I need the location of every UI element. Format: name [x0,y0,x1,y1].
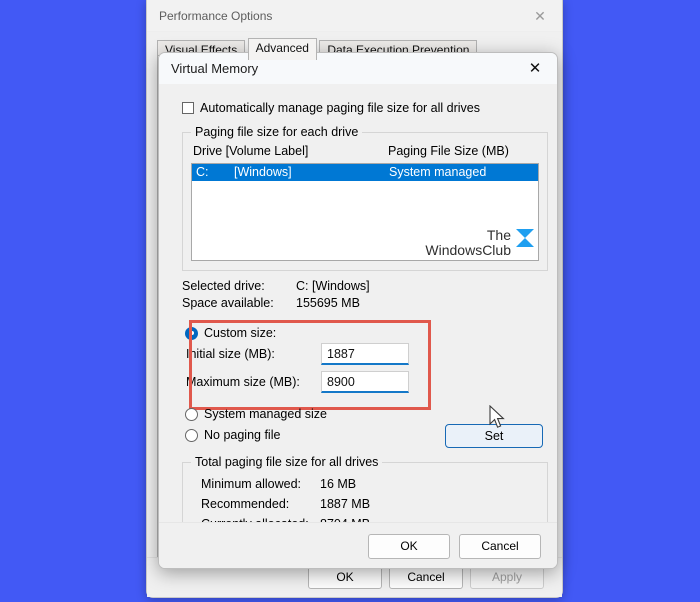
windowsclub-logo-icon [516,229,534,247]
auto-manage-paging-label: Automatically manage paging file size fo… [200,101,480,115]
no-paging-file-label: No paging file [204,428,281,442]
minimum-allowed-label: Minimum allowed: [201,477,302,491]
close-icon[interactable]: ✕ [518,0,562,31]
column-header-drive: Drive [Volume Label] [193,144,309,158]
watermark-line-2: WindowsClub [425,242,511,258]
paging-file-per-drive-legend: Paging file size for each drive [191,125,363,139]
watermark-line-1: The [486,227,511,243]
minimum-allowed-value: 16 MB [320,477,357,491]
column-header-paging-file-size: Paging File Size (MB) [388,144,509,158]
drive-paging-file-size: System managed [389,165,487,179]
auto-manage-paging-checkbox[interactable] [182,102,194,114]
virtual-memory-titlebar: Virtual Memory ✕ [159,53,557,84]
maximum-size-input[interactable]: 8900 [321,371,409,393]
performance-options-title: Performance Options [159,9,273,23]
auto-manage-paging-checkbox-row[interactable]: Automatically manage paging file size fo… [182,101,480,115]
initial-size-input[interactable]: 1887 [321,343,409,365]
system-managed-size-radio[interactable] [185,407,198,421]
system-managed-size-label: System managed size [204,407,327,421]
drive-volume-label: [Windows] [234,165,292,179]
system-managed-size-radio-row[interactable]: System managed size [185,407,327,421]
maximum-size-label: Maximum size (MB): [186,375,300,389]
performance-options-titlebar: Performance Options ✕ [147,0,562,32]
virtual-memory-body: Automatically manage paging file size fo… [159,84,557,548]
watermark-text: The WindowsClub [425,228,511,258]
drive-list[interactable]: C: [Windows] System managed The WindowsC… [191,163,539,261]
recommended-label: Recommended: [201,497,290,511]
set-button[interactable]: Set [445,424,543,448]
tab-advanced[interactable]: Advanced [247,38,317,60]
drive-letter: C: [196,165,209,179]
selected-drive-label: Selected drive: [182,279,265,293]
performance-apply-button: Apply [470,566,544,589]
no-paging-file-radio[interactable] [185,428,198,442]
virtual-memory-button-bar: OK Cancel [159,522,557,568]
custom-size-radio[interactable] [185,326,198,340]
table-row[interactable]: C: [Windows] System managed [192,164,538,181]
custom-size-radio-row[interactable]: Custom size: [185,326,276,340]
close-icon[interactable]: ✕ [513,53,557,84]
recommended-value: 1887 MB [320,497,371,511]
selected-drive-value: C: [Windows] [296,279,370,293]
performance-cancel-button[interactable]: Cancel [389,566,463,589]
space-available-label: Space available: [182,296,274,310]
custom-size-label: Custom size: [204,326,277,340]
virtual-memory-cancel-button[interactable]: Cancel [459,534,541,559]
no-paging-file-radio-row[interactable]: No paging file [185,428,280,442]
total-paging-file-legend: Total paging file size for all drives [191,455,383,469]
watermark: The WindowsClub [425,228,534,258]
virtual-memory-title: Virtual Memory [171,61,259,76]
virtual-memory-ok-button[interactable]: OK [368,534,450,559]
virtual-memory-dialog: Virtual Memory ✕ Automatically manage pa… [158,52,558,569]
performance-ok-button[interactable]: OK [308,566,382,589]
paging-file-per-drive-group: Paging file size for each drive Drive [V… [182,125,548,271]
space-available-value: 155695 MB [296,296,360,310]
initial-size-label: Initial size (MB): [186,347,275,361]
